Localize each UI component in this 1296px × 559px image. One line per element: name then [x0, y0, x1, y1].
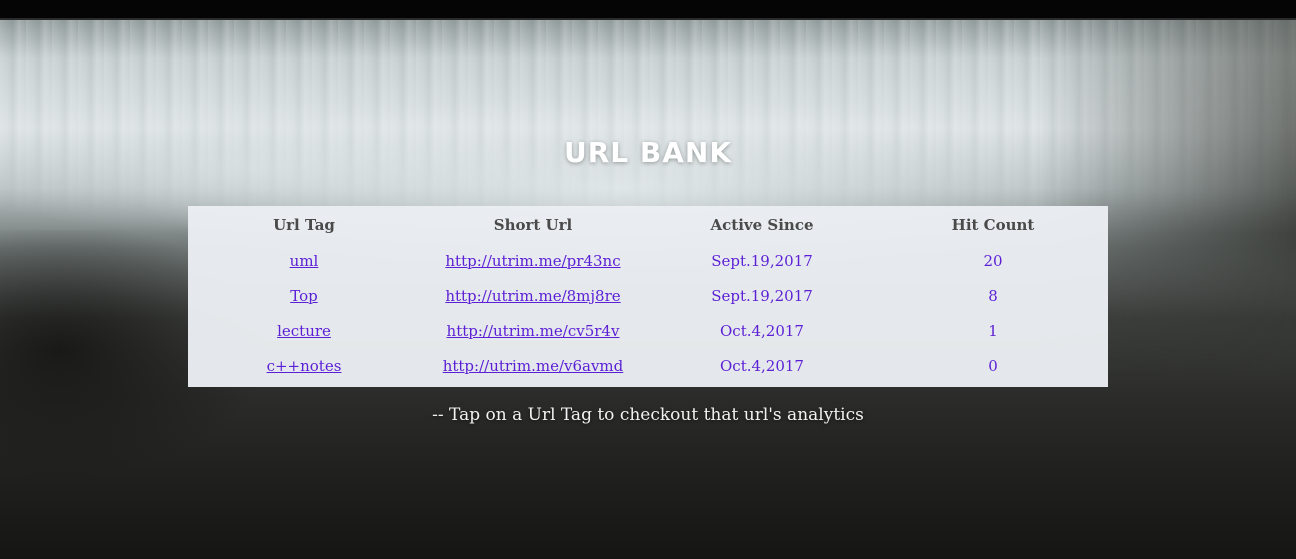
- browser-top-bar: [0, 0, 1296, 20]
- active-since-cell: Oct.4,2017: [720, 356, 804, 375]
- page-title: URL BANK: [563, 136, 733, 169]
- url-table-container: Url Tag Short Url Active Since Hit Count…: [188, 206, 1108, 387]
- url-table: Url Tag Short Url Active Since Hit Count…: [188, 206, 1108, 383]
- hit-count-cell: 0: [988, 356, 998, 375]
- short-url-cell: http://utrim.me/pr43nc: [420, 243, 646, 278]
- short-url-link[interactable]: http://utrim.me/8mj8re: [445, 287, 620, 305]
- active-since-cell: Sept.19,2017: [711, 251, 813, 270]
- table-row: lecture http://utrim.me/cv5r4v Oct.4,201…: [188, 313, 1108, 348]
- column-header-url-tag: Url Tag: [273, 215, 335, 234]
- url-tag-cell: Top: [188, 278, 420, 313]
- column-header-active-since: Active Since: [710, 215, 814, 234]
- column-header-short-url: Short Url: [493, 215, 573, 234]
- table-row: c++notes http://utrim.me/v6avmd Oct.4,20…: [188, 348, 1108, 383]
- url-tag-link[interactable]: lecture: [277, 322, 331, 340]
- hit-count-cell: 20: [983, 251, 1003, 270]
- short-url-cell: http://utrim.me/v6avmd: [420, 348, 646, 383]
- url-tag-cell: lecture: [188, 313, 420, 348]
- hit-count-cell: 8: [988, 286, 998, 305]
- short-url-link[interactable]: http://utrim.me/pr43nc: [445, 252, 620, 270]
- page: URL BANK Url Tag Short Url Active Since …: [0, 0, 1296, 559]
- hit-count-cell: 1: [988, 321, 998, 340]
- short-url-link[interactable]: http://utrim.me/cv5r4v: [447, 322, 620, 340]
- active-since-cell: Oct.4,2017: [720, 321, 804, 340]
- main-content: URL BANK Url Tag Short Url Active Since …: [0, 18, 1296, 559]
- table-row: uml http://utrim.me/pr43nc Sept.19,2017 …: [188, 243, 1108, 278]
- table-row: Top http://utrim.me/8mj8re Sept.19,2017 …: [188, 278, 1108, 313]
- analytics-hint-text: -- Tap on a Url Tag to checkout that url…: [432, 405, 864, 425]
- table-header-row: Url Tag Short Url Active Since Hit Count: [188, 206, 1108, 243]
- short-url-cell: http://utrim.me/8mj8re: [420, 278, 646, 313]
- active-since-cell: Sept.19,2017: [711, 286, 813, 305]
- column-header-hit-count: Hit Count: [951, 215, 1035, 234]
- url-tag-link[interactable]: Top: [290, 287, 317, 305]
- url-tag-link[interactable]: uml: [290, 252, 319, 270]
- url-tag-link[interactable]: c++notes: [267, 357, 342, 375]
- url-tag-cell: c++notes: [188, 348, 420, 383]
- short-url-cell: http://utrim.me/cv5r4v: [420, 313, 646, 348]
- url-tag-cell: uml: [188, 243, 420, 278]
- short-url-link[interactable]: http://utrim.me/v6avmd: [443, 357, 624, 375]
